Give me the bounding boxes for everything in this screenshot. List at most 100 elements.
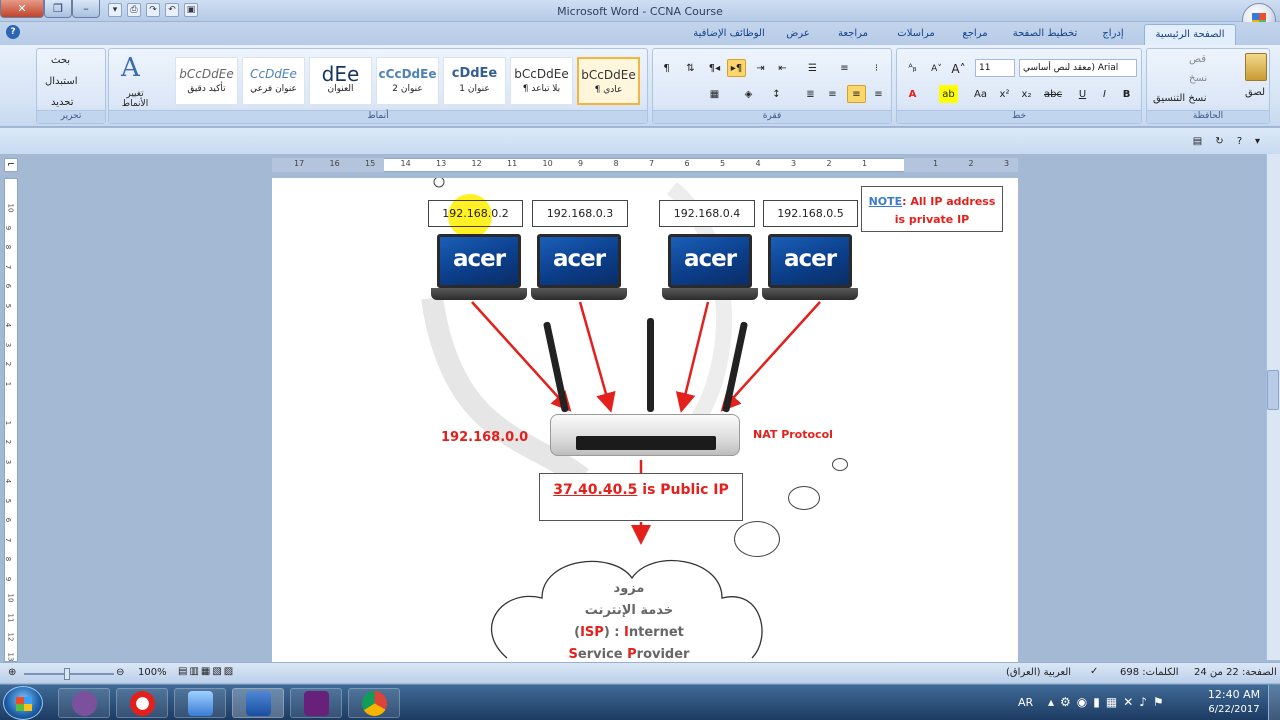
help-circle-icon[interactable]: ? (1230, 132, 1249, 150)
style-heading-1[interactable]: cDdEe عنوان 1 (443, 57, 506, 105)
format-painter-button[interactable]: نسخ التنسيق (1153, 93, 1206, 104)
taskbar-word[interactable] (232, 688, 284, 718)
sort-icon[interactable]: ⇅ (681, 59, 700, 77)
align-right-icon[interactable]: ≡ (823, 85, 842, 103)
paste-button[interactable]: لصق (1245, 87, 1265, 98)
clipboard-group: قص نسخ نسخ التنسيق لصق الحافظة (1146, 48, 1270, 124)
subscript-icon[interactable]: x₂ (1017, 85, 1036, 103)
language-status[interactable]: العربية (العراق) (1006, 667, 1071, 678)
taskbar-viber[interactable] (58, 688, 110, 718)
scrollbar-thumb[interactable] (1267, 370, 1279, 410)
vruler-tick-label: 4 (4, 478, 13, 484)
style-heading-2[interactable]: cCcDdEe عنوان 2 (376, 57, 439, 105)
taskbar-chrome[interactable] (348, 688, 400, 718)
copy-button[interactable]: نسخ (1189, 73, 1207, 84)
tab-selector[interactable]: ⌐ (4, 158, 18, 172)
dropdown-icon[interactable]: ▾ (1248, 132, 1267, 150)
language-indicator[interactable]: AR (1018, 696, 1033, 709)
ruler-tick-label: 6 (684, 159, 690, 168)
font-color-icon[interactable]: A (903, 85, 922, 103)
style-normal[interactable]: bCcDdEe ¶ عادي (577, 57, 640, 105)
replace-button[interactable]: استبدال (45, 76, 78, 87)
select-button[interactable]: تحديد (51, 97, 74, 108)
ribbon-tabs: الوظائف الإضافية عرض مراجعة مراسلات مراج… (0, 22, 1280, 45)
tab-references[interactable]: مراجع (954, 24, 996, 45)
tab-page-layout[interactable]: تخطيط الصفحة (1008, 24, 1082, 45)
style-subtitle[interactable]: CcDdEe عنوان فرعي (242, 57, 305, 105)
tab-mailings[interactable]: مراسلات (890, 24, 942, 45)
explorer-icon (188, 691, 213, 716)
word-count[interactable]: الكلمات: 698 (1120, 667, 1179, 678)
zoom-out-icon[interactable]: ⊖ (116, 667, 124, 678)
change-styles-icon[interactable]: A (121, 53, 140, 83)
line-spacing-icon[interactable]: ↕ (767, 85, 786, 103)
start-button[interactable] (3, 686, 43, 720)
ribbon: بحث استبدال تحديد تحرير A تغيير الأنماط … (0, 45, 1280, 127)
change-styles-button[interactable]: تغيير الأنماط (115, 89, 155, 109)
font-name-combo[interactable]: معقد لنص أساسي) Arial (1019, 59, 1137, 77)
ruler-tick-label: 15 (365, 159, 376, 168)
style-no-spacing[interactable]: bCcDdEe ¶ بلا تباعد (510, 57, 573, 105)
proofing-icon[interactable]: ✓ (1090, 666, 1098, 677)
bullets-icon[interactable]: ⁝ (867, 59, 886, 77)
zoom-level[interactable]: 100% (138, 667, 167, 678)
borders-icon[interactable]: ▦ (705, 85, 724, 103)
view-buttons[interactable]: ▤▥▦▧▨ (178, 666, 235, 677)
center-icon[interactable]: ≡ (847, 85, 866, 103)
clear-format-icon[interactable]: ᴬᵦ (903, 59, 922, 77)
rtl-icon[interactable]: ¶◂ (705, 59, 724, 77)
taskbar-opera[interactable] (116, 688, 168, 718)
vruler-tick-label: 3 (4, 342, 13, 347)
show-desktop-button[interactable] (1268, 685, 1280, 720)
tab-addins[interactable]: الوظائف الإضافية (690, 24, 768, 45)
style-subtle-emphasis[interactable]: bCcDdEe تأكيد دقيق (175, 57, 238, 105)
bold-icon[interactable]: B (1117, 85, 1136, 103)
multilevel-list-icon[interactable]: ☰ (803, 59, 822, 77)
grow-font-icon[interactable]: A˄ (949, 59, 968, 77)
public-ip-box: 37.40.40.5 is Public IP (539, 473, 743, 521)
justify-icon[interactable]: ≣ (801, 85, 820, 103)
ruler-tick-label: 3 (1004, 159, 1010, 168)
ruler-margin-right (904, 158, 1018, 172)
taskbar-explorer[interactable] (174, 688, 226, 718)
cut-button[interactable]: قص (1189, 54, 1206, 65)
refresh-icon[interactable]: ↻ (1210, 132, 1229, 150)
clock-time[interactable]: 12:40 AM (1206, 688, 1262, 701)
shading-icon[interactable]: ◈ (739, 85, 758, 103)
tray-icons[interactable]: ▴⚙◉▮▦✕♪⚑ (1048, 695, 1170, 709)
vruler-tick-label: 8 (4, 556, 13, 562)
page-status[interactable]: الصفحة: 22 من 24 (1194, 667, 1277, 678)
numbering-icon[interactable]: ≡ (835, 59, 854, 77)
paragraph-label: فقرة (653, 110, 891, 123)
paste-icon[interactable] (1245, 53, 1267, 81)
align-left-icon[interactable]: ≡ (869, 85, 888, 103)
clock-date[interactable]: 6/22/2017 (1206, 704, 1262, 715)
find-button[interactable]: بحث (51, 55, 70, 66)
style-title[interactable]: dEe العنوان (309, 57, 372, 105)
strikethrough-icon[interactable]: abc (1043, 85, 1062, 103)
help-icon[interactable]: ? (6, 25, 20, 39)
ltr-icon[interactable]: ▸¶ (727, 59, 746, 77)
change-case-icon[interactable]: Aa (971, 85, 990, 103)
zoom-slider-thumb[interactable] (64, 668, 70, 680)
tab-insert[interactable]: إدراج (1092, 24, 1134, 45)
underline-icon[interactable]: U (1073, 85, 1092, 103)
italic-icon[interactable]: I (1095, 85, 1114, 103)
print-layout-icon[interactable]: ▤ (1188, 132, 1207, 150)
superscript-icon[interactable]: x² (995, 85, 1014, 103)
decrease-indent-icon[interactable]: ⇤ (773, 59, 792, 77)
taskbar-visual-studio[interactable] (290, 688, 342, 718)
increase-indent-icon[interactable]: ⇥ (751, 59, 770, 77)
vruler-tick-label: 11 (6, 613, 15, 622)
thought-bubble (788, 486, 820, 510)
show-marks-icon[interactable]: ¶ (657, 59, 676, 77)
laptop-logo: acer (537, 234, 621, 288)
arrow-laptop-2 (578, 301, 616, 413)
tab-view[interactable]: عرض (780, 24, 816, 45)
highlight-icon[interactable]: ab (939, 85, 958, 103)
tab-home[interactable]: الصفحة الرئيسية (1144, 24, 1236, 45)
shrink-font-icon[interactable]: A˅ (927, 59, 946, 77)
font-size-combo[interactable]: 11 (975, 59, 1015, 77)
tab-review[interactable]: مراجعة (828, 24, 878, 45)
zoom-in-icon[interactable]: ⊕ (8, 667, 16, 678)
